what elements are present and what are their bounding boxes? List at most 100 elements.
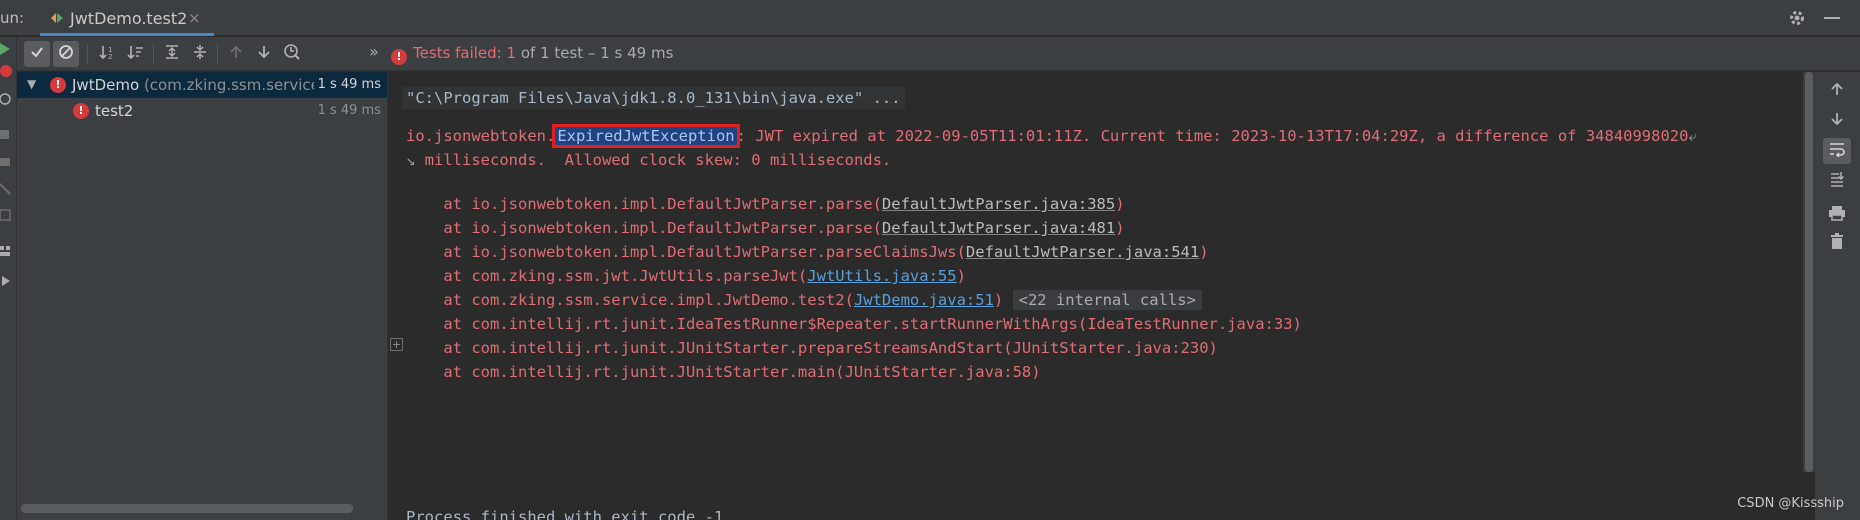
soft-wrap-button[interactable]	[1823, 138, 1851, 164]
console-side-toolbar	[1815, 72, 1860, 520]
error-icon: !	[391, 49, 407, 65]
print-icon	[1828, 205, 1846, 225]
check-icon	[29, 44, 45, 64]
tree-item-package: (com.zking.ssm.service.i	[143, 76, 329, 94]
console-vertical-scrollbar[interactable]	[1803, 72, 1815, 472]
exception-prefix: io.jsonwebtoken.	[406, 127, 556, 145]
stack-frame-line: at io.jsonwebtoken.impl.DefaultJwtParser…	[406, 195, 1125, 213]
tree-item-jwtdemo[interactable]: ▼ ! JwtDemo (com.zking.ssm.service.i 1 s…	[17, 72, 387, 98]
pin-icon[interactable]	[0, 181, 12, 200]
expand-arrow-icon[interactable]: ▼	[27, 77, 36, 91]
show-ignored-button[interactable]	[53, 41, 79, 67]
previous-failed-button[interactable]	[223, 41, 249, 67]
test-history-button[interactable]	[279, 41, 305, 67]
toolbar-separator	[217, 44, 218, 64]
close-icon[interactable]: ×	[188, 9, 201, 27]
test-tree: ▼ ! JwtDemo (com.zking.ssm.service.i 1 s…	[17, 72, 387, 520]
stack-frame-line: at com.zking.ssm.service.impl.JwtDemo.te…	[406, 290, 1202, 310]
scroll-to-end-button[interactable]	[1823, 168, 1851, 194]
tree-item-label: test2	[95, 102, 134, 120]
source-link[interactable]: JwtUtils.java:55	[807, 267, 956, 285]
arrow-up-icon	[1829, 81, 1845, 101]
sort-alphabetically-button[interactable]: 12	[95, 41, 121, 67]
watermark: CSDN @Kissship	[1737, 496, 1844, 511]
scroll-to-end-icon	[1829, 171, 1845, 191]
soft-wrap-continue-icon: ↘	[406, 151, 416, 169]
stack-frame-line: at com.intellij.rt.junit.JUnitStarter.pr…	[406, 339, 1218, 357]
clear-all-button[interactable]	[1823, 230, 1851, 256]
source-link[interactable]: JwtDemo.java:51	[854, 291, 994, 309]
error-icon: !	[73, 103, 89, 119]
stack-frame-line: at io.jsonwebtoken.impl.DefaultJwtParser…	[406, 243, 1209, 261]
source-link[interactable]: DefaultJwtParser.java:481	[882, 219, 1115, 237]
exception-line: io.jsonwebtoken. ExpiredJwtException: JWT…	[406, 124, 1698, 148]
arrow-down-icon	[256, 44, 272, 64]
tree-item-label: JwtDemo (com.zking.ssm.service.i	[72, 76, 329, 94]
tests-failed-label: Tests failed:	[413, 44, 502, 62]
arrow-up-icon	[228, 44, 244, 64]
print-button[interactable]	[1823, 202, 1851, 228]
scrollbar-thumb[interactable]	[1805, 72, 1813, 472]
test-runner-toolbar: 12 » ! Tests failed: 1 of 1 test – 1 s 4…	[17, 37, 1860, 71]
exception-class-name: ExpiredJwtException	[552, 124, 740, 148]
show-passed-button[interactable]	[24, 41, 50, 67]
left-tool-strip	[0, 37, 17, 520]
collapse-all-button[interactable]	[187, 41, 213, 67]
clock-icon	[283, 43, 301, 65]
trash-icon	[1829, 233, 1845, 253]
run-config-icon	[49, 10, 65, 30]
svg-text:2: 2	[108, 53, 112, 60]
process-finished-line: Process finished with exit code -1	[406, 508, 724, 520]
sort-by-duration-button[interactable]	[123, 41, 149, 67]
stop-icon[interactable]	[0, 127, 12, 146]
pin-tab-icon[interactable]	[0, 273, 12, 292]
error-status-icon	[0, 63, 14, 82]
scroll-down-button[interactable]	[1823, 108, 1851, 134]
expand-fold-icon[interactable]: +	[390, 338, 403, 351]
test-status-summary: ! Tests failed: 1 of 1 test – 1 s 49 ms	[391, 44, 674, 65]
sort-duration-icon	[127, 44, 145, 64]
next-failed-button[interactable]	[251, 41, 277, 67]
run-panel-label: un:	[0, 9, 25, 27]
layout-icon[interactable]	[0, 243, 12, 262]
tab-jwtdemo-test2[interactable]: JwtDemo.test2 ×	[40, 0, 214, 36]
camera-icon[interactable]	[0, 153, 12, 172]
toolbar-separator	[87, 44, 88, 64]
tab-title: JwtDemo.test2	[70, 9, 188, 28]
ignored-icon	[58, 44, 74, 64]
source-link[interactable]: DefaultJwtParser.java:541	[966, 243, 1199, 261]
java-command-line: "C:\Program Files\Java\jdk1.8.0_131\bin\…	[402, 87, 905, 109]
tests-failed-count: 1	[506, 44, 517, 62]
tree-item-duration: 1 s 49 ms	[317, 103, 381, 118]
run-tab-bar: un: JwtDemo.test2 ×	[0, 0, 1860, 36]
more-actions-chevron[interactable]: »	[369, 42, 379, 61]
tree-horizontal-scrollbar[interactable]	[21, 504, 353, 513]
tree-item-duration: 1 s 49 ms	[313, 77, 381, 92]
console-output[interactable]: "C:\Program Files\Java\jdk1.8.0_131\bin\…	[387, 72, 1803, 520]
source-link[interactable]: DefaultJwtParser.java:385	[882, 195, 1115, 213]
stack-frame-line: at com.zking.ssm.jwt.JwtUtils.parseJwt(J…	[406, 267, 966, 285]
error-icon: !	[50, 77, 66, 93]
rerun-failed-icon[interactable]	[0, 91, 12, 110]
scroll-up-button[interactable]	[1823, 78, 1851, 104]
internal-calls-fold[interactable]: <22 internal calls>	[1012, 290, 1202, 310]
restore-layout-icon[interactable]	[0, 207, 12, 226]
gear-icon[interactable]	[1788, 9, 1806, 31]
exception-message: : JWT expired at 2022-09-05T11:01:11Z. C…	[736, 127, 1689, 145]
toolbar-separator	[153, 44, 154, 64]
soft-wrap-icon	[1828, 141, 1846, 161]
minimize-icon[interactable]	[1824, 17, 1840, 19]
stack-frame-line: at io.jsonwebtoken.impl.DefaultJwtParser…	[406, 219, 1125, 237]
exception-continuation-line: ↘ milliseconds. Allowed clock skew: 0 mi…	[406, 151, 891, 169]
rerun-icon[interactable]	[0, 41, 12, 60]
expand-all-button[interactable]	[159, 41, 185, 67]
collapse-all-icon	[192, 44, 208, 64]
arrow-down-icon	[1829, 111, 1845, 131]
tests-detail: of 1 test – 1 s 49 ms	[520, 44, 674, 62]
tree-item-test2[interactable]: ! test2 1 s 49 ms	[17, 98, 387, 124]
stack-frame-line: at com.intellij.rt.junit.IdeaTestRunner$…	[406, 315, 1302, 333]
expand-all-icon	[164, 44, 180, 64]
soft-wrap-icon: ⤶	[1688, 127, 1698, 145]
sort-alpha-icon: 12	[99, 44, 117, 64]
exception-message-continuation: milliseconds. Allowed clock skew: 0 mill…	[415, 151, 892, 169]
